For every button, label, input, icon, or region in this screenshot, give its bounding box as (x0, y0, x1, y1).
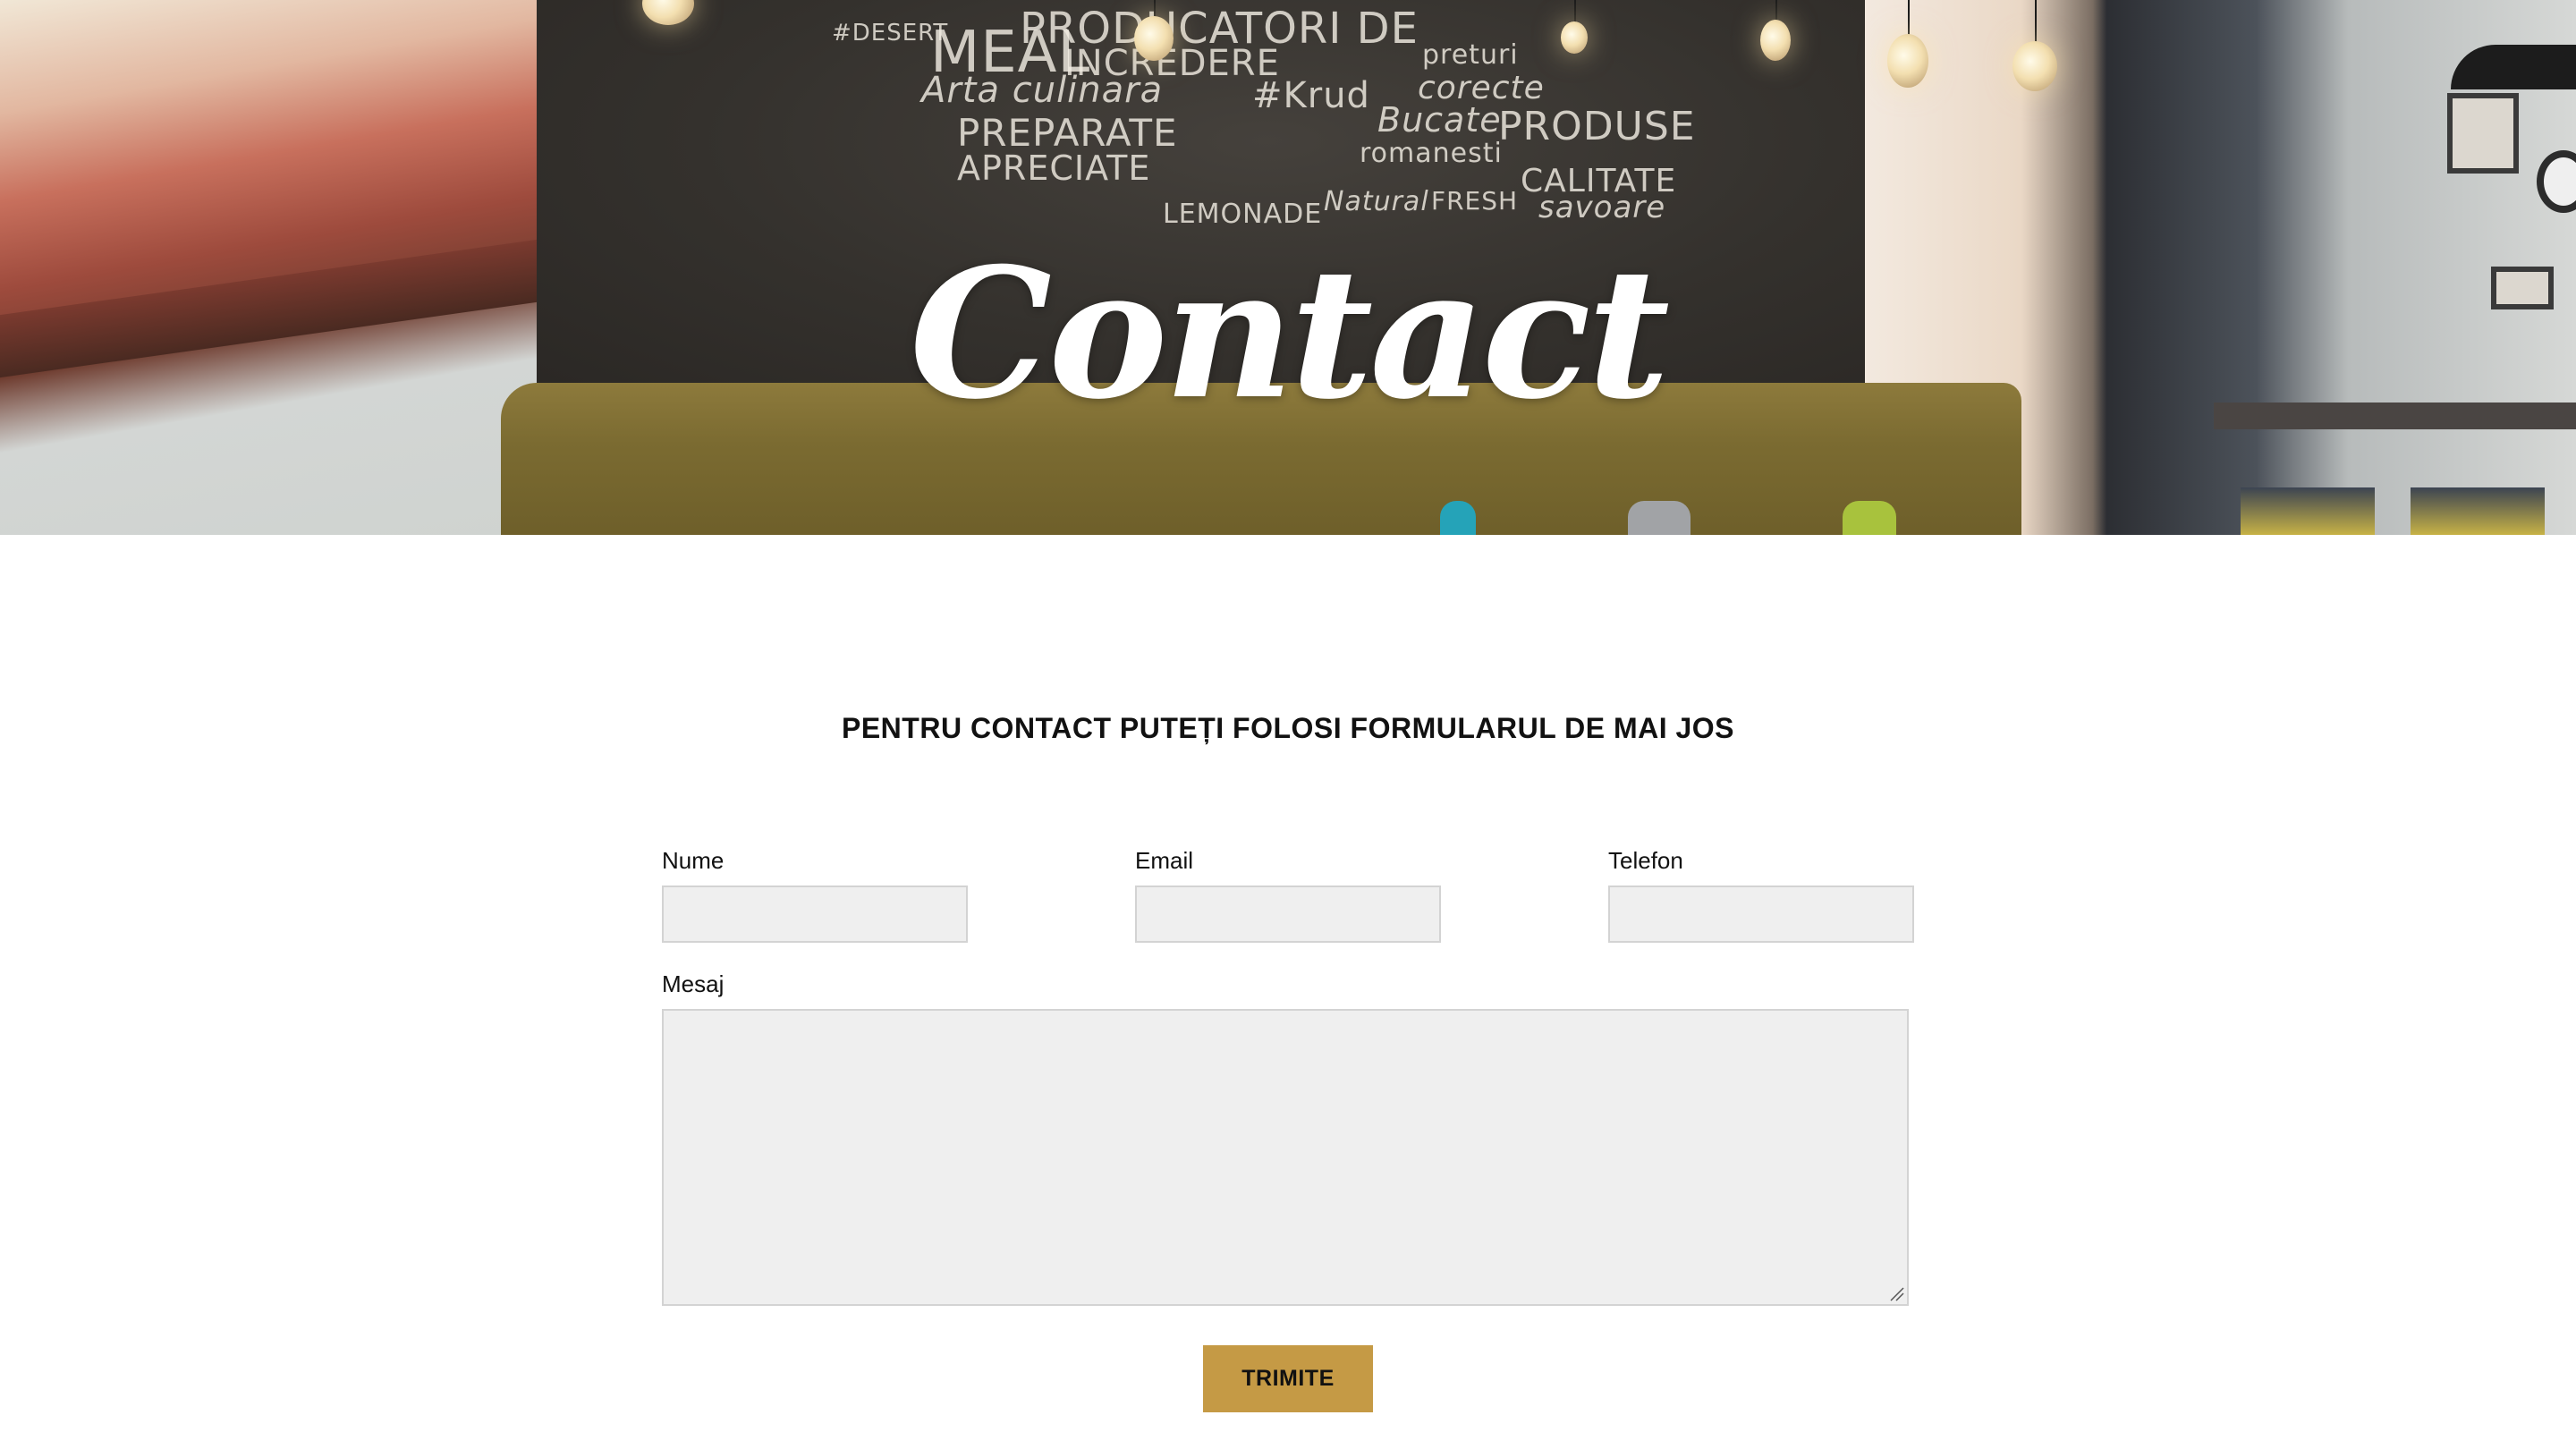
wall-word: savoare (1538, 190, 1666, 225)
cushion (1440, 501, 1476, 535)
message-field[interactable] (662, 1009, 1909, 1306)
light-bulb-icon (1134, 16, 1174, 61)
name-label: Nume (662, 847, 724, 874)
wall-word: PRODUSE (1498, 104, 1696, 149)
submit-button[interactable]: TRIMITE (1203, 1345, 1373, 1412)
hero-banner: PRODUCATORI DE MEAL INCREDERE Arta culin… (0, 0, 2576, 535)
message-label: Mesaj (662, 970, 724, 997)
light-bulb-icon (2012, 41, 2057, 91)
wall-word: LEMONADE (1163, 199, 1323, 230)
resize-grip-icon[interactable] (1887, 1284, 1905, 1302)
phone-field[interactable] (1608, 886, 1914, 943)
light-bulb-icon (1561, 21, 1588, 54)
wall-word: #DESERT (832, 20, 949, 47)
picture-frame-icon (2447, 93, 2519, 174)
phone-label: Telefon (1608, 847, 1683, 874)
cushion (1843, 501, 1896, 535)
contact-intro: PENTRU CONTACT PUTEȚI FOLOSI FORMULARUL … (841, 712, 1735, 744)
wall-word: romanesti (1360, 138, 1503, 169)
light-bulb-icon (1760, 20, 1791, 61)
lamp-wire (1908, 0, 1910, 36)
email-field[interactable] (1135, 886, 1441, 943)
email-label: Email (1135, 847, 1194, 874)
lamp-wire (2035, 0, 2037, 43)
wall-word: preturi (1422, 39, 1519, 71)
wall-word: Natural (1324, 186, 1429, 217)
cushion (1628, 501, 1690, 535)
wall-word: Bucate (1377, 100, 1502, 140)
light-bulb-icon (1887, 34, 1928, 88)
page-title: Contact (909, 229, 1670, 439)
wall-word: APRECIATE (957, 148, 1151, 188)
wall-word: Arta culinara (921, 70, 1164, 111)
name-field[interactable] (662, 886, 968, 943)
wall-word: #Krud (1252, 75, 1370, 116)
wall-word: FRESH (1431, 186, 1519, 216)
